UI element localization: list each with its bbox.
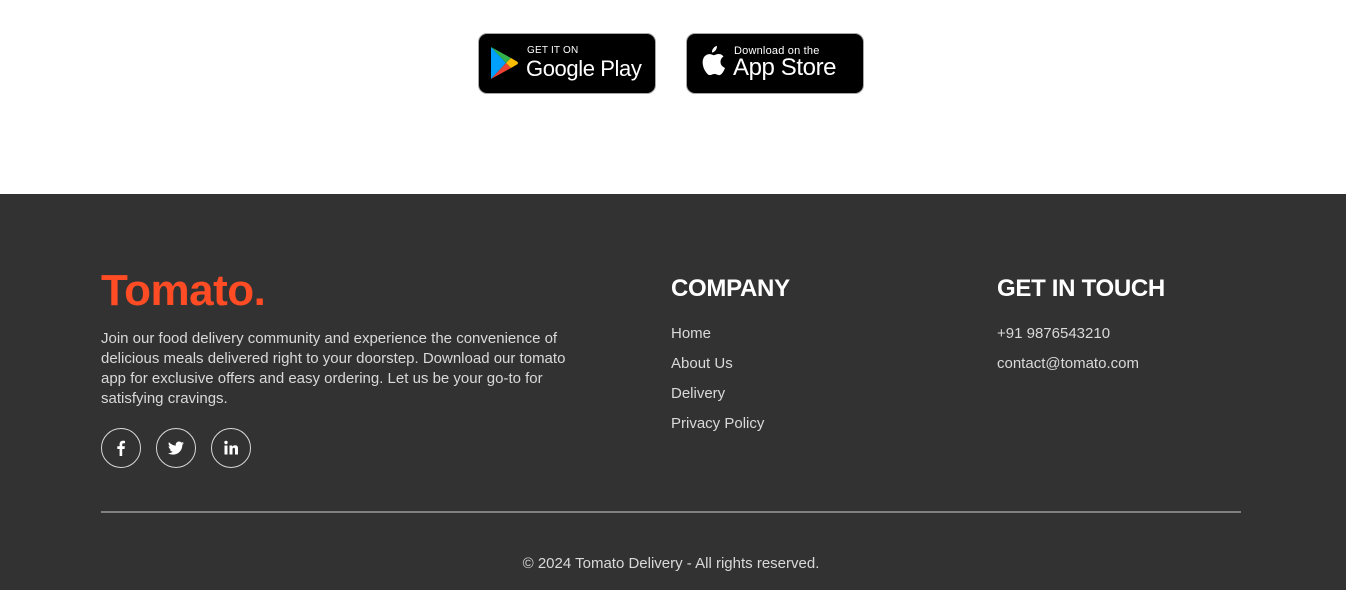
- get-in-touch-heading: GET IN TOUCH: [997, 275, 1165, 302]
- apple-badge-large-text: App Store: [733, 54, 837, 81]
- google-badge-large-text: Google Play: [526, 56, 642, 81]
- footer-description: Join our food delivery community and exp…: [101, 330, 566, 407]
- footer-divider: [101, 511, 1241, 513]
- copyright-text: © 2024 Tomato Delivery - All rights rese…: [522, 555, 820, 572]
- linkedin-button[interactable]: [211, 428, 251, 468]
- twitter-icon: [168, 441, 184, 455]
- company-links: Home About Us Delivery Privacy Policy: [671, 324, 764, 444]
- google-play-icon: [491, 47, 518, 79]
- facebook-button[interactable]: [101, 428, 141, 468]
- footer-link-home[interactable]: Home: [671, 324, 764, 354]
- footer-link-privacy-policy[interactable]: Privacy Policy: [671, 414, 764, 444]
- site-footer: Tomato. Join our food delivery community…: [0, 194, 1346, 590]
- contact-phone: +91 9876543210: [997, 325, 1111, 342]
- app-store-badge[interactable]: Download on the App Store: [686, 33, 864, 94]
- twitter-button[interactable]: [156, 428, 196, 468]
- contact-info: +91 9876543210 contact@tomato.com: [997, 324, 1139, 384]
- contact-email: contact@tomato.com: [997, 355, 1139, 372]
- footer-link-delivery[interactable]: Delivery: [671, 384, 764, 414]
- company-heading: COMPANY: [671, 275, 790, 302]
- footer-link-about-us[interactable]: About Us: [671, 354, 764, 384]
- linkedin-icon: [224, 440, 238, 455]
- apple-icon: [702, 46, 725, 76]
- footer-logo[interactable]: Tomato.: [101, 266, 266, 316]
- app-download-section: GET IT ON Google Play Download on the Ap…: [0, 0, 1346, 194]
- social-links: [101, 428, 251, 468]
- google-play-badge[interactable]: GET IT ON Google Play: [478, 33, 656, 94]
- google-badge-small-text: GET IT ON: [527, 45, 579, 56]
- facebook-icon: [117, 440, 125, 456]
